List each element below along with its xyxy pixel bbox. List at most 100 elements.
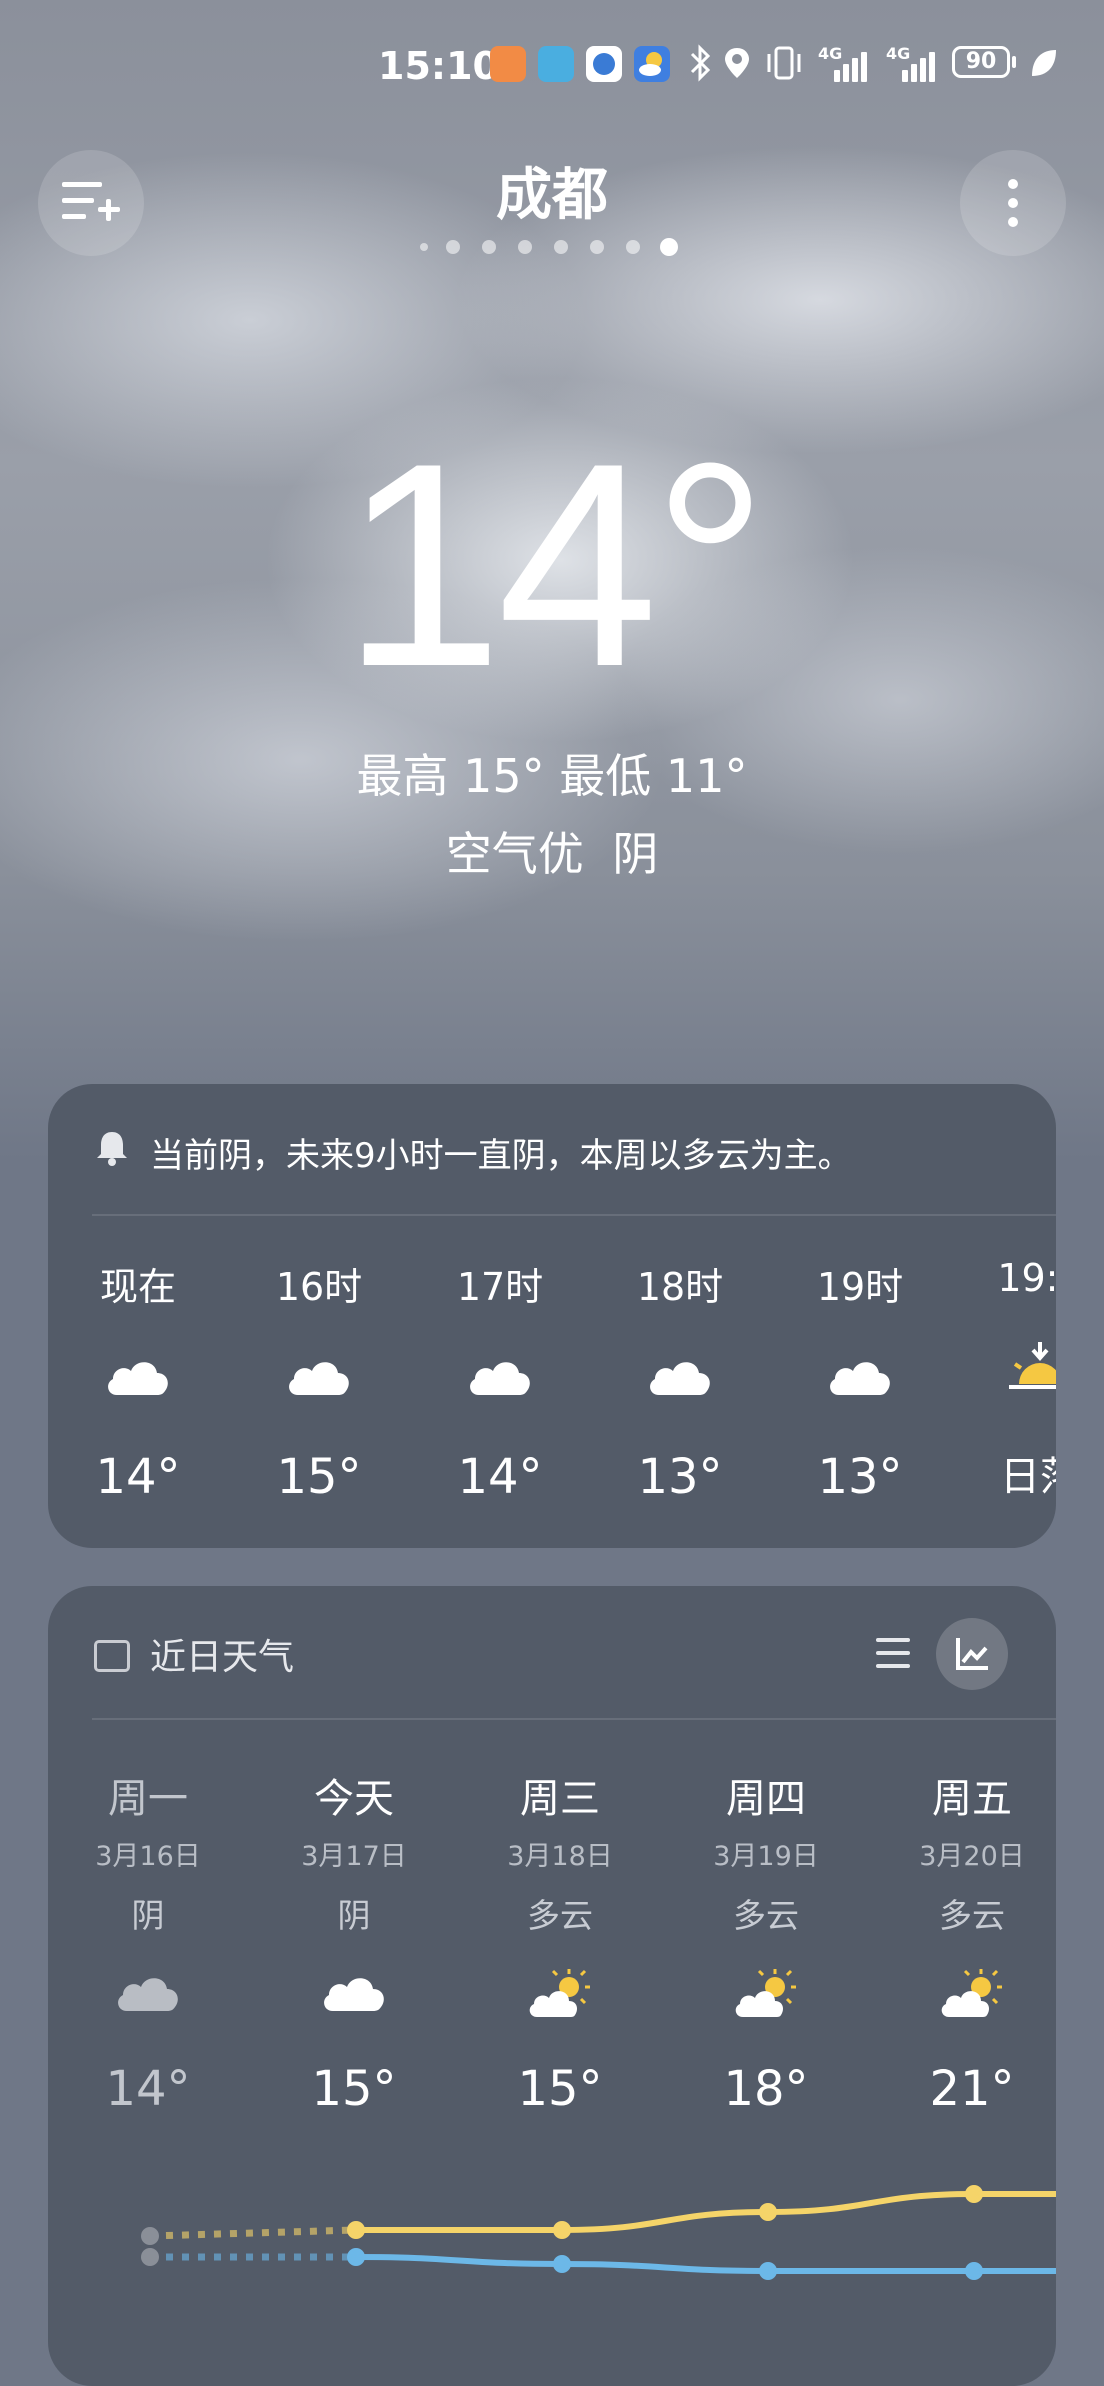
day-condition: 多云 [527, 1896, 593, 1935]
daily-forecast-card: 近日天气 周一 3月16日 阴 14° 今天 3月17日 阴 15° 周三 3月… [48, 1586, 1056, 2386]
status-time: 15:10 [378, 44, 499, 88]
hour-item[interactable]: 18时 13° [590, 1256, 770, 1505]
hour-temperature: 14° [95, 1449, 181, 1505]
day-name: 周五 [932, 1776, 1012, 1822]
hour-item[interactable]: 19:1 日落 [950, 1256, 1056, 1502]
hour-label: 18时 [636, 1265, 724, 1309]
day-item[interactable]: 周四 3月19日 多云 18° [666, 1766, 866, 2117]
weather-condition: 阴 [612, 827, 659, 881]
sunset-icon [950, 1340, 1056, 1410]
hour-item[interactable]: 16时 15° [229, 1256, 409, 1505]
partly-cloudy-icon [460, 1967, 660, 2031]
low-temp-point [141, 2248, 159, 2266]
high-temp-point [347, 2221, 365, 2239]
high-temp-point [759, 2203, 777, 2221]
partly-cloudy-icon [872, 1967, 1056, 2031]
cloud-icon [229, 1351, 409, 1421]
day-name: 今天 [314, 1776, 394, 1822]
high-low-temperature: 最高 15° 最低 11° [356, 749, 748, 803]
low-temp-point [553, 2255, 571, 2273]
low-temp-point [347, 2248, 365, 2266]
reader-app-icon [538, 46, 574, 82]
signal-4g-icon: 4G [818, 44, 868, 82]
cloud-icon [590, 1351, 770, 1421]
low-temp-line [355, 2254, 1056, 2274]
day-condition: 多云 [939, 1896, 1005, 1935]
divider [92, 1718, 1056, 1720]
cloud-icon [48, 1967, 248, 2031]
daily-forecast-title: 近日天气 [150, 1637, 295, 1678]
signal-4g-icon-2: 4G [886, 44, 936, 82]
hour-item[interactable]: 19时 13° [770, 1256, 950, 1505]
day-condition: 阴 [131, 1896, 165, 1935]
chart-view-button[interactable] [936, 1618, 1008, 1690]
day-high-temp: 21° [929, 2061, 1015, 2117]
day-high-temp: 15° [311, 2061, 397, 2117]
vibrate-icon [764, 44, 804, 90]
divider [92, 1214, 1056, 1216]
high-temp-past-segment [149, 2226, 357, 2240]
temperature-trend-chart [141, 2185, 1056, 2280]
high-temp-point [965, 2185, 983, 2203]
weather-summary-alert: 当前阴，未来9小时一直阴，本周以多云为主。 [150, 1136, 852, 1176]
hour-label: 现在 [99, 1265, 176, 1309]
day-condition: 多云 [733, 1896, 799, 1935]
high-temp-line [356, 2191, 1056, 2233]
day-condition: 阴 [337, 1896, 371, 1935]
air-quality-condition: 空气优 阴 [0, 818, 1104, 884]
page-dot-active [660, 238, 678, 256]
current-temperature: 14° [341, 403, 769, 727]
day-date: 3月16日 [95, 1841, 201, 1872]
hour-temperature: 13° [817, 1449, 903, 1505]
battery-indicator: 90 [952, 46, 1010, 78]
cloud-icon [770, 1351, 950, 1421]
high-temp-point [553, 2221, 571, 2239]
high-temp-point [141, 2227, 159, 2245]
hour-label: 17时 [456, 1265, 544, 1309]
hour-label: 16时 [275, 1265, 363, 1309]
browser-app-icon [586, 46, 622, 82]
day-date: 3月20日 [919, 1841, 1025, 1872]
list-view-button[interactable] [868, 1630, 914, 1676]
hour-item[interactable]: 现在 14° [48, 1256, 228, 1505]
location-icon [722, 44, 752, 90]
day-item[interactable]: 今天 3月17日 阴 15° [254, 1766, 454, 2117]
hour-temperature: 14° [457, 1449, 543, 1505]
city-name: 成都 [496, 163, 608, 228]
hour-label: 19:1 [997, 1256, 1056, 1300]
day-item[interactable]: 周一 3月16日 阴 14° [48, 1766, 248, 2117]
day-name: 周四 [726, 1776, 806, 1822]
more-vertical-icon [1008, 179, 1018, 227]
weather-app-icon [634, 46, 670, 82]
page-indicator [420, 236, 680, 256]
air-quality: 空气优 [445, 827, 584, 881]
more-options-button[interactable] [960, 150, 1066, 256]
day-date: 3月18日 [507, 1841, 613, 1872]
hourly-forecast-card: 当前阴，未来9小时一直阴，本周以多云为主。 现在 14° 16时 15° 17时… [48, 1084, 1056, 1548]
day-date: 3月19日 [713, 1841, 819, 1872]
day-high-temp: 14° [105, 2061, 191, 2117]
cloud-icon [254, 1967, 454, 2031]
low-temp-point [759, 2262, 777, 2280]
hour-label: 19时 [816, 1265, 904, 1309]
cloud-icon [410, 1351, 590, 1421]
hour-temperature: 13° [637, 1449, 723, 1505]
calendar-icon [94, 1640, 130, 1672]
leaf-icon [1028, 44, 1058, 90]
day-item[interactable]: 周五 3月20日 多云 21° [872, 1766, 1056, 2117]
partly-cloudy-icon [666, 1967, 866, 2031]
day-name: 周一 [108, 1776, 188, 1822]
hour-item[interactable]: 17时 14° [410, 1256, 590, 1505]
bluetooth-icon [686, 44, 714, 90]
day-name: 周三 [520, 1776, 600, 1822]
day-item[interactable]: 周三 3月18日 多云 15° [460, 1766, 660, 2117]
hour-temperature: 15° [276, 1449, 362, 1505]
chart-icon [956, 1638, 988, 1670]
day-high-temp: 15° [517, 2061, 603, 2117]
battery-tip [1012, 56, 1016, 68]
day-date: 3月17日 [301, 1841, 407, 1872]
day-high-temp: 18° [723, 2061, 809, 2117]
cloud-icon [48, 1351, 228, 1421]
low-temp-point [965, 2262, 983, 2280]
bell-icon [92, 1128, 132, 1177]
